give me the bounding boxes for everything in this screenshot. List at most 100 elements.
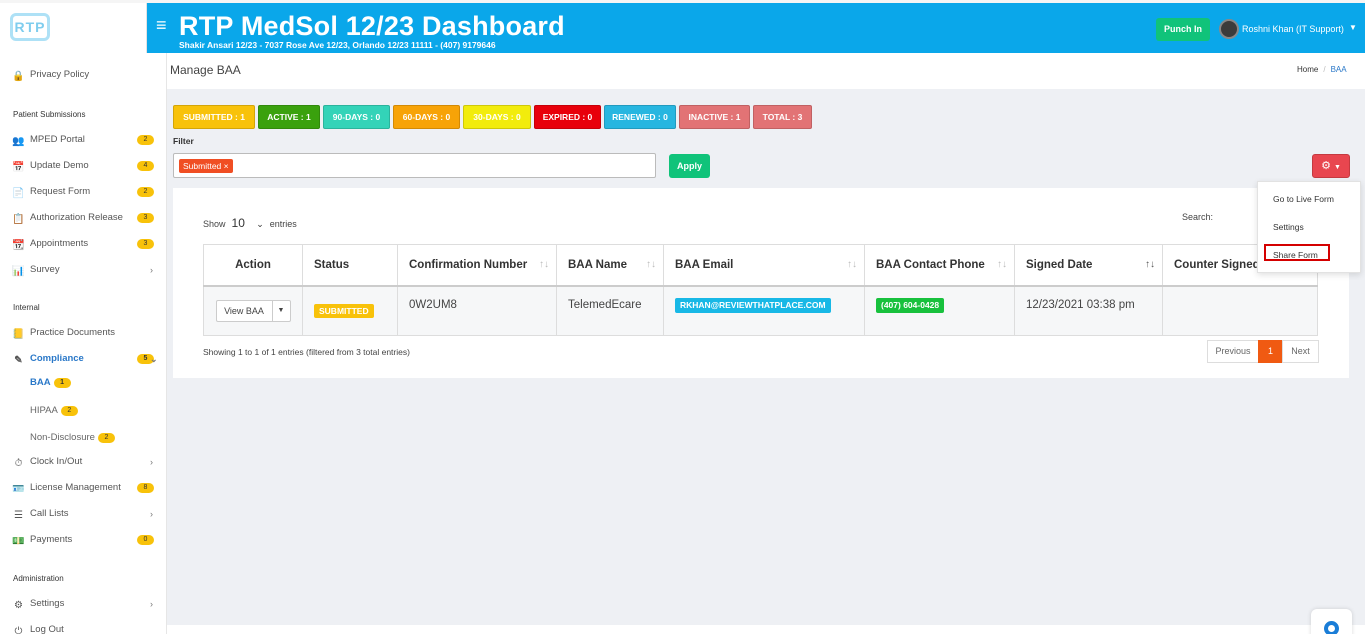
sidebar-item-payments[interactable]: 💵 Payments 0 xyxy=(12,532,162,548)
sidebar-item-license-management[interactable]: 🪪 License Management 8 xyxy=(12,480,162,496)
header-label: BAA Contact Phone xyxy=(876,258,985,271)
cell-baa-name: TelemedEcare xyxy=(556,285,664,336)
sidebar-item-log-out[interactable]: ⏻ Log Out xyxy=(12,622,162,634)
sidebar-item-request-form[interactable]: 📄 Request Form 2 xyxy=(12,184,162,200)
list-icon: ☰ xyxy=(14,510,23,521)
stat-expired-badge[interactable]: EXPIRED : 0 xyxy=(534,105,601,129)
sidebar-section-admin: Administration xyxy=(13,574,64,583)
sidebar-item-label: BAA xyxy=(30,377,51,388)
app-logo: RTP xyxy=(10,13,50,41)
sidebar-item-call-lists[interactable]: ☰ Call Lists › xyxy=(12,506,162,522)
table-info: Showing 1 to 1 of 1 entries (filtered fr… xyxy=(203,347,410,357)
share-form-highlight xyxy=(1264,244,1330,261)
stat-renewed-badge[interactable]: RENEWED : 0 xyxy=(604,105,676,129)
footer-strip xyxy=(167,625,1365,634)
lock-icon: 🔒 xyxy=(12,71,25,82)
help-button[interactable] xyxy=(1311,609,1352,634)
entries-select[interactable]: 10 ⌄ xyxy=(232,216,264,230)
count-badge: 2 xyxy=(137,135,154,145)
cell-phone: (407) 604-0428 xyxy=(864,285,1015,336)
stat-30-days-badge[interactable]: 30-DAYS : 0 xyxy=(463,105,531,129)
menu-item-settings[interactable]: Settings xyxy=(1273,222,1304,232)
sidebar-item-survey[interactable]: 📊 Survey › xyxy=(12,262,162,278)
menu-toggle-icon[interactable]: ≡ xyxy=(156,16,167,34)
cell-confirmation: 0W2UM8 xyxy=(397,285,557,336)
page-header xyxy=(167,53,1365,89)
phone-badge: (407) 604-0428 xyxy=(876,297,945,313)
cell-action: View BAA ▼ xyxy=(203,285,303,336)
filter-tag-submitted[interactable]: Submitted × xyxy=(179,159,233,173)
sidebar-section-internal: Internal xyxy=(13,303,40,312)
apply-button[interactable]: Apply xyxy=(669,154,710,178)
sidebar-item-label: Appointments xyxy=(30,238,89,249)
top-line xyxy=(0,0,1365,3)
sidebar-item-mped-portal[interactable]: 👥 MPED Portal 2 xyxy=(12,132,162,148)
col-baa-contact-phone[interactable]: BAA Contact Phone ↑↓ xyxy=(864,244,1015,287)
action-dropdown-toggle[interactable]: ▼ xyxy=(272,299,291,322)
count-badge: 2 xyxy=(60,406,78,416)
sidebar-item-label: Non-Disclosure xyxy=(30,432,95,443)
breadcrumb-separator: / xyxy=(1323,65,1326,74)
chevron-down-icon[interactable]: ▼ xyxy=(1349,23,1357,32)
breadcrumb-home[interactable]: Home xyxy=(1297,65,1318,74)
stat-total-badge[interactable]: TOTAL : 3 xyxy=(753,105,812,129)
next-page-button[interactable]: Next xyxy=(1282,340,1319,363)
sidebar-item-label: HIPAA xyxy=(30,405,58,416)
sidebar-item-compliance[interactable]: ✎ Compliance 5 ⌄ xyxy=(12,351,162,367)
chevron-right-icon: › xyxy=(150,509,153,519)
sidebar-section-patient: Patient Submissions xyxy=(13,110,86,119)
header-label: Confirmation Number xyxy=(409,258,528,271)
sidebar-item-clock-in-out[interactable]: ⏱ Clock In/Out › xyxy=(12,454,162,470)
sort-icon: ↑↓ xyxy=(847,259,857,270)
col-baa-email[interactable]: BAA Email ↑↓ xyxy=(663,244,865,287)
breadcrumb: Home / BAA xyxy=(1297,65,1347,74)
col-status: Status xyxy=(302,244,398,287)
avatar[interactable] xyxy=(1219,19,1239,39)
col-baa-name[interactable]: BAA Name ↑↓ xyxy=(556,244,664,287)
sidebar-subitem-baa[interactable]: BAA 1 xyxy=(30,376,71,390)
col-confirmation-number[interactable]: Confirmation Number ↑↓ xyxy=(397,244,557,287)
document-check-icon: 📋 xyxy=(12,214,25,225)
col-signed-date[interactable]: Signed Date ↑↓ xyxy=(1014,244,1163,287)
stat-inactive-badge[interactable]: INACTIVE : 1 xyxy=(679,105,750,129)
money-icon: 💵 xyxy=(12,536,25,547)
user-menu[interactable]: Roshni Khan (IT Support) xyxy=(1242,24,1344,34)
lifebuoy-icon xyxy=(1324,621,1339,634)
stat-60-days-badge[interactable]: 60-DAYS : 0 xyxy=(393,105,460,129)
form-options-button[interactable]: ⚙ ▼ xyxy=(1312,154,1350,178)
count-badge: 2 xyxy=(137,187,154,197)
table-row: View BAA ▼ SUBMITTED 0W2UM8 TelemedEcare … xyxy=(203,285,1318,336)
clock-user-icon: ⏱ xyxy=(14,458,23,469)
count-badge: 4 xyxy=(137,161,154,171)
breadcrumb-current: BAA xyxy=(1330,65,1347,74)
sort-icon: ↑↓ xyxy=(997,259,1007,270)
sidebar-subitem-non-disclosure[interactable]: Non-Disclosure 2 xyxy=(30,431,115,445)
stat-90-days-badge[interactable]: 90-DAYS : 0 xyxy=(323,105,390,129)
sidebar-item-authorization-release[interactable]: 📋 Authorization Release 3 xyxy=(12,210,162,226)
sidebar-item-label: Practice Documents xyxy=(30,327,116,338)
email-badge: RKHAN@REVIEWTHATPLACE.COM xyxy=(675,297,831,313)
cell-signed-date: 12/23/2021 03:38 pm xyxy=(1014,285,1163,336)
punch-in-button[interactable]: Punch In xyxy=(1156,18,1210,41)
filter-input[interactable]: Submitted × xyxy=(173,153,656,178)
stat-active-badge[interactable]: ACTIVE : 1 xyxy=(258,105,320,129)
calendar-icon: 📅 xyxy=(12,162,25,173)
menu-item-go-to-live-form[interactable]: Go to Live Form xyxy=(1273,194,1334,204)
sidebar-item-settings[interactable]: ⚙ Settings › xyxy=(12,596,162,612)
entries-label: entries xyxy=(269,219,297,229)
prev-page-button[interactable]: Previous xyxy=(1207,340,1259,363)
gear-icon: ⚙ xyxy=(1321,160,1331,172)
sidebar-item-label: Settings xyxy=(30,598,65,609)
page-button[interactable]: 1 xyxy=(1258,340,1283,363)
sidebar-item-update-demo[interactable]: 📅 Update Demo 4 xyxy=(12,158,162,174)
sidebar-item-privacy-policy[interactable]: 🔒 Privacy Policy xyxy=(12,67,162,83)
chevron-down-icon: ▼ xyxy=(1333,164,1341,171)
stat-submitted-badge[interactable]: SUBMITTED : 1 xyxy=(173,105,255,129)
sidebar-subitem-hipaa[interactable]: HIPAA 2 xyxy=(30,404,78,418)
sidebar-item-practice-documents[interactable]: 📒 Practice Documents xyxy=(12,325,162,341)
sort-icon: ↑↓ xyxy=(1145,259,1155,270)
sidebar-item-appointments[interactable]: 📆 Appointments 3 xyxy=(12,236,162,252)
logo-area[interactable]: RTP xyxy=(0,3,147,53)
count-badge: 3 xyxy=(137,213,154,223)
view-baa-button[interactable]: View BAA xyxy=(215,299,273,322)
